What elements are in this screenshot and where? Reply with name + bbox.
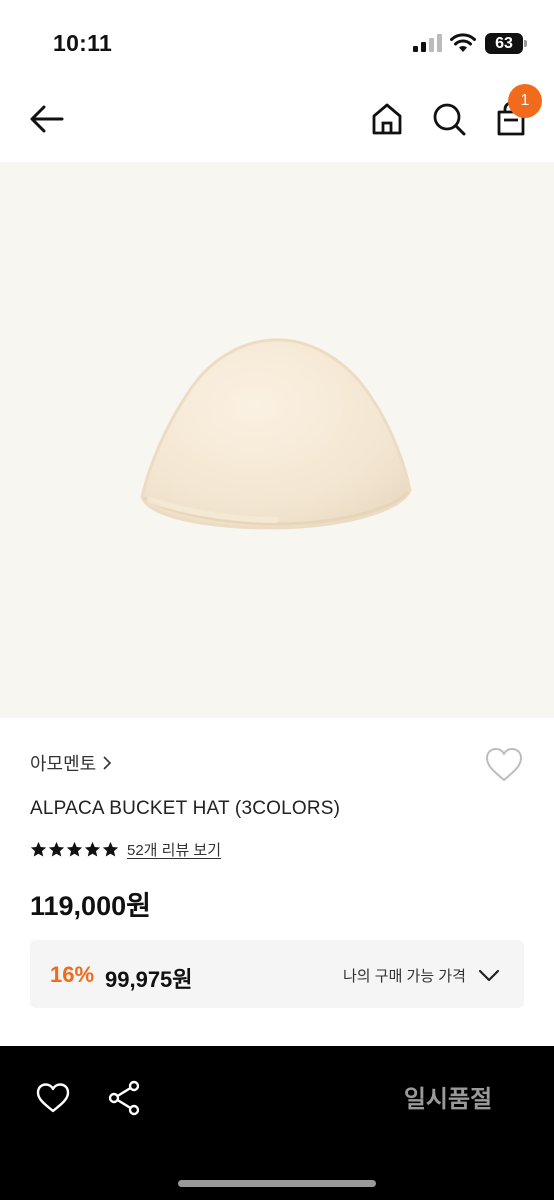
star-icon <box>48 841 65 857</box>
star-icon <box>102 841 119 857</box>
chevron-right-icon <box>103 756 112 770</box>
my-price-label: 나의 구매 가능 가격 <box>343 968 466 985</box>
star-icon <box>66 841 83 857</box>
heart-icon[interactable] <box>36 1082 70 1114</box>
home-indicator <box>178 1180 376 1187</box>
bottom-action-bar: 일시품절 <box>0 1046 554 1200</box>
signal-icon <box>413 34 442 52</box>
alpaca-bucket-hat-image <box>140 338 412 530</box>
status-time: 10:11 <box>53 30 113 56</box>
discount-price: 99,975원 <box>105 967 193 992</box>
back-arrow-icon[interactable] <box>28 102 66 136</box>
rating-stars <box>30 841 119 858</box>
product-image[interactable] <box>0 162 554 718</box>
my-price-dropdown[interactable]: 16% 99,975원 나의 구매 가능 가격 <box>30 940 524 1008</box>
battery-icon: 63 <box>485 33 527 54</box>
product-name: ALPACA BUCKET HAT (3COLORS) <box>30 798 341 819</box>
chevron-down-icon <box>478 969 500 982</box>
wifi-icon <box>450 33 476 52</box>
home-icon[interactable] <box>368 100 406 138</box>
soldout-button[interactable]: 일시품절 <box>350 1076 546 1124</box>
review-link[interactable]: 52개 리뷰 보기 <box>127 839 221 860</box>
cart-count-badge: 1 <box>508 84 542 118</box>
discount-rate: 16% <box>50 962 95 987</box>
product-price: 119,000원 <box>30 891 151 921</box>
share-icon[interactable] <box>107 1080 141 1116</box>
top-navigation <box>0 80 554 162</box>
search-icon[interactable] <box>430 100 468 138</box>
brand-link[interactable]: 아모멘토 <box>30 750 112 776</box>
product-info: 아모멘토 ALPACA BUCKET HAT (3COLORS) 52개 리뷰 … <box>0 718 554 1046</box>
star-icon <box>84 841 101 857</box>
wishlist-heart-icon[interactable] <box>484 746 524 784</box>
status-bar: 10:11 63 <box>0 0 554 80</box>
star-icon <box>30 841 47 857</box>
brand-name: 아모멘토 <box>30 754 97 774</box>
rating-row: 52개 리뷰 보기 <box>30 839 221 860</box>
